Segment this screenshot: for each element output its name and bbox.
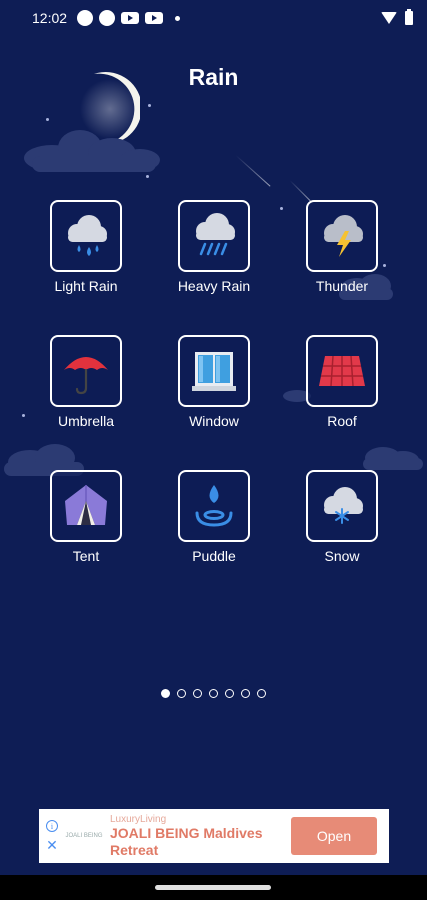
ad-title-line2: Retreat: [110, 841, 159, 858]
snow-icon: [324, 487, 363, 524]
heavy-rain-icon: [196, 213, 235, 256]
page-title: Rain: [188, 64, 239, 90]
tile-label: Heavy Rain: [177, 278, 251, 294]
ad-banner[interactable]: i ✕ JOALI BEING LuxuryLiving JOALI BEING…: [39, 809, 389, 863]
ad-brand: LuxuryLiving: [110, 813, 167, 825]
page-dot[interactable]: [161, 689, 170, 698]
wifi-icon: [381, 12, 397, 24]
ad-logo: JOALI BEING: [65, 833, 103, 839]
tile-label: Puddle: [192, 548, 236, 564]
umbrella-icon: [64, 357, 108, 395]
star-icon: [22, 414, 25, 417]
youtube-icon: [121, 12, 140, 24]
home-gesture-bar[interactable]: [155, 885, 271, 890]
tile-label: Tent: [72, 548, 100, 564]
page-dot[interactable]: [225, 689, 234, 698]
more-notifications-icon: [175, 15, 181, 21]
star-icon: [46, 118, 49, 121]
ad-close-icon[interactable]: ✕: [46, 838, 58, 852]
tile-thunder[interactable]: Thunder: [292, 200, 392, 310]
tile-label: Roof: [327, 413, 357, 429]
page-dot[interactable]: [209, 689, 218, 698]
ad-title-line1: JOALI BEING Maldives: [110, 824, 263, 841]
notification-icon: [99, 10, 116, 26]
tile-label: Snow: [324, 548, 360, 564]
page-dot[interactable]: [241, 689, 250, 698]
battery-icon: [405, 9, 413, 25]
notification-icon: [77, 10, 94, 26]
light-rain-icon: [68, 215, 107, 256]
tent-icon: [65, 485, 107, 525]
thunder-icon: [324, 215, 363, 257]
tile-label: Window: [189, 413, 239, 429]
tile-window[interactable]: Window: [164, 335, 264, 445]
tile-label: Light Rain: [54, 278, 118, 294]
tile-light-rain[interactable]: Light Rain: [36, 200, 136, 310]
youtube-icon: [145, 12, 164, 24]
cloud-icon: [363, 447, 423, 470]
puddle-icon: [195, 485, 233, 527]
tile-roof[interactable]: Roof: [292, 335, 392, 445]
page-dot[interactable]: [257, 689, 266, 698]
shooting-star-icon: [235, 155, 271, 187]
roof-icon: [319, 355, 365, 387]
star-icon: [280, 207, 283, 210]
page-indicator[interactable]: [0, 689, 427, 698]
tile-label: Thunder: [315, 278, 369, 294]
tile-snow[interactable]: Snow: [292, 470, 392, 580]
status-time: 12:02: [32, 10, 68, 26]
tile-heavy-rain[interactable]: Heavy Rain: [164, 200, 264, 310]
shooting-star-icon: [289, 180, 312, 203]
cloud-icon: [24, 130, 160, 172]
status-bar: 12:02: [0, 0, 427, 36]
star-icon: [148, 104, 151, 107]
page-dot[interactable]: [177, 689, 186, 698]
page-dot[interactable]: [193, 689, 202, 698]
ad-open-button[interactable]: Open: [291, 817, 377, 855]
star-icon: [146, 175, 149, 178]
window-icon: [192, 352, 236, 391]
tile-tent[interactable]: Tent: [36, 470, 136, 580]
ad-info-icon[interactable]: i: [46, 820, 58, 832]
tile-puddle[interactable]: Puddle: [164, 470, 264, 580]
tile-label: Umbrella: [57, 413, 114, 429]
tile-umbrella[interactable]: Umbrella: [36, 335, 136, 445]
